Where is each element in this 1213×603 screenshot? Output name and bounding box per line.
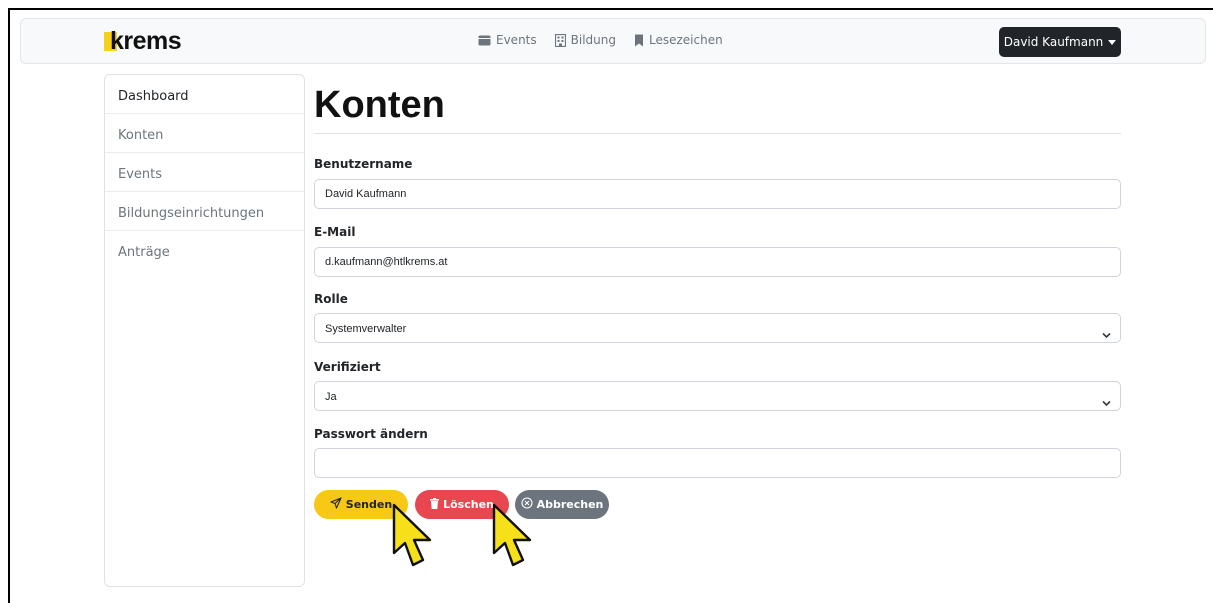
role-select-value: Systemverwalter [325,323,407,335]
send-icon [330,497,342,512]
password-input[interactable] [314,448,1121,478]
sidebar-item-dashboard[interactable]: Dashboard [105,75,304,114]
chevron-down-icon [1102,392,1111,411]
calendar-icon [478,34,491,46]
sidebar-item-bildungseinrichtungen[interactable]: Bildungseinrichtungen [105,192,304,231]
user-name: David Kaufmann [1003,35,1104,49]
top-navbar: krems Events Bildung Lesezeichen David K… [20,18,1206,64]
email-input[interactable] [314,247,1121,277]
sidebar-item-konten[interactable]: Konten [105,114,304,153]
nav-link-bildung[interactable]: Bildung [554,33,616,47]
delete-button[interactable]: Löschen [415,490,509,519]
password-label: Passwort ändern [314,427,428,441]
trash-icon [430,497,440,512]
send-button[interactable]: Senden [314,490,408,519]
sidebar: Dashboard Konten Events Bildungseinricht… [104,74,305,587]
page-title: Konten [314,84,445,126]
cancel-button-label: Abbrechen [536,498,604,511]
nav-link-label: Lesezeichen [649,33,723,47]
brand-name: krems [110,27,182,55]
bookmark-icon [634,34,644,47]
sidebar-item-events[interactable]: Events [105,153,304,192]
close-circle-icon [521,497,533,512]
window-border-left [8,8,10,603]
cancel-button[interactable]: Abbrechen [515,490,609,519]
send-button-label: Senden [345,498,393,511]
chevron-down-icon [1102,324,1111,343]
verified-select[interactable]: Ja [314,381,1121,411]
verified-select-value: Ja [325,391,337,403]
role-label: Rolle [314,292,348,306]
building-icon [554,33,566,47]
nav-link-lesezeichen[interactable]: Lesezeichen [634,33,723,47]
nav-link-events[interactable]: Events [478,33,537,47]
email-label: E-Mail [314,225,356,239]
username-input[interactable] [314,179,1121,209]
title-divider [314,133,1121,134]
nav-link-label: Events [496,33,537,47]
user-menu-button[interactable]: David Kaufmann [999,27,1121,57]
nav-link-label: Bildung [570,33,616,47]
verified-label: Verifiziert [314,360,381,374]
role-select[interactable]: Systemverwalter [314,313,1121,343]
username-label: Benutzername [314,157,413,171]
caret-down-icon [1108,39,1117,45]
nav-links: Events Bildung Lesezeichen [478,33,723,47]
window-border-top [8,8,1213,10]
sidebar-item-antraege[interactable]: Anträge [105,231,304,270]
delete-button-label: Löschen [443,498,494,511]
